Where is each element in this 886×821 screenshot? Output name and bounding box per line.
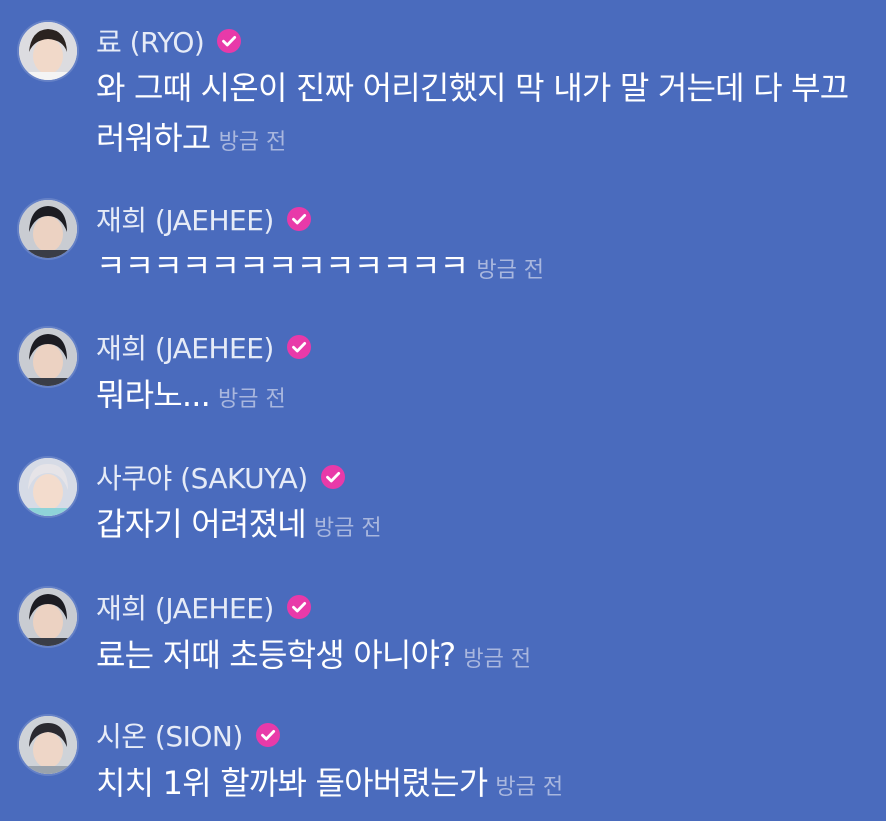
author-name[interactable]: 재희 (JAEHEE) [96, 587, 274, 627]
verified-check-icon [286, 595, 311, 619]
author-name[interactable]: 시온 (SION) [96, 715, 243, 755]
verified-check-icon [286, 207, 311, 231]
timestamp: 방금 전 [313, 516, 382, 541]
avatar[interactable] [19, 22, 77, 80]
timestamp: 방금 전 [463, 647, 532, 672]
author-row: 시온 (SION) [96, 715, 281, 755]
verified-check-icon [320, 465, 345, 489]
timestamp: 방금 전 [218, 130, 287, 155]
author-row: 재희 (JAEHEE) [96, 199, 312, 239]
author-row: 사쿠야 (SAKUYA) [96, 457, 346, 497]
message-body: 료는 저때 초등학생 아니야? [96, 636, 456, 674]
avatar[interactable] [19, 458, 77, 516]
verified-check-icon [286, 335, 311, 359]
avatar-ryo-icon [19, 22, 77, 80]
timestamp: 방금 전 [495, 775, 564, 800]
avatar-sion-icon [19, 716, 77, 774]
avatar-jaehee-icon [19, 200, 77, 258]
message-text: 갑자기 어려졌네 방금 전 [96, 499, 856, 554]
author-row: 료 (RYO) [96, 21, 242, 61]
author-name[interactable]: 재희 (JAEHEE) [96, 327, 274, 367]
avatar-sakuya-icon [19, 458, 77, 516]
author-name[interactable]: 료 (RYO) [96, 21, 205, 61]
timestamp: 방금 전 [476, 258, 545, 283]
avatar[interactable] [19, 200, 77, 258]
message-text: 치치 1위 할까봐 돌아버렸는가 방금 전 [96, 758, 856, 813]
avatar[interactable] [19, 588, 77, 646]
message-body: 치치 1위 할까봐 돌아버렸는가 [96, 764, 488, 802]
verified-check-icon [217, 29, 242, 53]
author-row: 재희 (JAEHEE) [96, 327, 312, 367]
avatar-jaehee-icon [19, 328, 77, 386]
avatar[interactable] [19, 716, 77, 774]
message-body: 와 그때 시온이 진짜 어리긴했지 막 내가 말 거는데 다 부끄러워하고 [96, 69, 849, 157]
message-text: 뭐라노... 방금 전 [96, 370, 856, 425]
author-name[interactable]: 재희 (JAEHEE) [96, 199, 274, 239]
message-text: 료는 저때 초등학생 아니야? 방금 전 [96, 630, 856, 685]
avatar-jaehee-icon [19, 588, 77, 646]
avatar[interactable] [19, 328, 77, 386]
verified-check-icon [255, 723, 280, 747]
timestamp: 방금 전 [218, 387, 286, 412]
message-text: 와 그때 시온이 진짜 어리긴했지 막 내가 말 거는데 다 부끄러워하고 방금 … [96, 63, 856, 168]
message-body: ㅋㅋㅋㅋㅋㅋㅋㅋㅋㅋㅋㅋㅋ [96, 247, 469, 285]
author-row: 재희 (JAEHEE) [96, 587, 312, 627]
message-body: 갑자기 어려졌네 [96, 505, 307, 543]
message-text: ㅋㅋㅋㅋㅋㅋㅋㅋㅋㅋㅋㅋㅋ 방금 전 [96, 241, 856, 296]
message-body: 뭐라노... [96, 376, 211, 414]
author-name[interactable]: 사쿠야 (SAKUYA) [96, 457, 308, 497]
